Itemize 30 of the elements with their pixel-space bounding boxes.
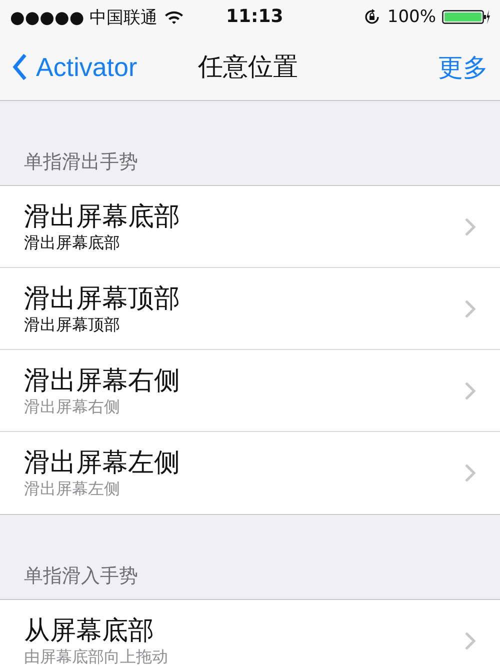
list-row[interactable]: 从屏幕底部 由屏幕底部向上拖动 (0, 600, 500, 666)
list-row[interactable]: 滑出屏幕左侧 滑出屏幕左侧 (0, 432, 500, 514)
battery-percent: 100% (387, 7, 436, 27)
wifi-icon (164, 10, 184, 24)
page-title: 任意位置 (198, 51, 298, 83)
back-button[interactable]: Activator (12, 52, 138, 82)
chevron-icon (464, 380, 476, 400)
row-subtitle: 滑出屏幕右侧 (24, 396, 121, 416)
chevron-icon (464, 463, 476, 483)
battery-icon (442, 8, 490, 26)
more-button[interactable]: 更多 (438, 50, 488, 84)
row-title: 滑出屏幕顶部 (24, 282, 180, 314)
chevron-icon (464, 298, 476, 318)
chevron-icon (464, 631, 476, 651)
rotation-lock-icon (363, 8, 382, 26)
list-row[interactable]: 滑出屏幕顶部 滑出屏幕顶部 (0, 268, 500, 350)
row-title: 从屏幕底部 (24, 615, 155, 647)
row-subtitle: 由屏幕底部向上拖动 (24, 647, 168, 666)
chevron-icon (464, 216, 476, 236)
row-title: 滑出屏幕右侧 (24, 364, 180, 396)
list-row[interactable]: 滑出屏幕右侧 滑出屏幕右侧 (0, 350, 500, 432)
row-subtitle: 滑出屏幕左侧 (24, 479, 121, 499)
back-chevron-icon (12, 53, 28, 81)
clock: 11:13 (226, 6, 284, 27)
row-subtitle: 滑出屏幕顶部 (24, 314, 121, 334)
row-title: 滑出屏幕左侧 (24, 447, 180, 479)
carrier-label: ●●●●● 中国联通 (10, 6, 158, 28)
row-title: 滑出屏幕底部 (24, 200, 180, 232)
list-row[interactable]: 滑出屏幕底部 滑出屏幕底部 (0, 186, 500, 268)
row-subtitle: 滑出屏幕底部 (24, 232, 121, 252)
